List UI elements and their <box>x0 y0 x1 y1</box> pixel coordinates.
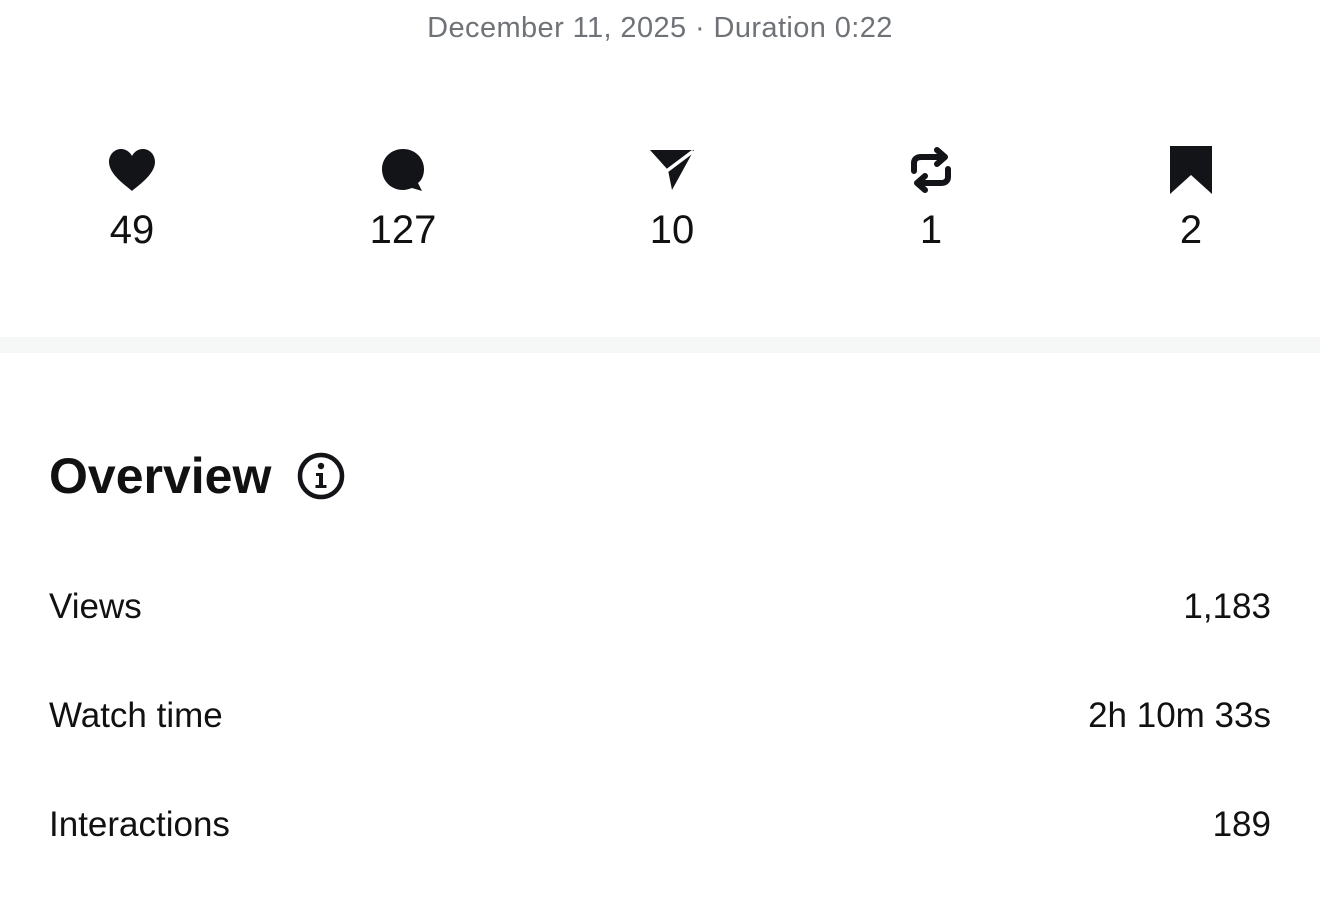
saves-stat[interactable]: 2 <box>1101 140 1281 254</box>
post-date-duration: December 11, 2025 · Duration 0:22 <box>427 12 893 44</box>
metric-row-watch-time: Watch time 2h 10m 33s <box>49 696 1271 736</box>
metric-label: Views <box>49 587 142 626</box>
metric-row-views: Views 1,183 <box>49 587 1271 627</box>
reposts-count: 1 <box>919 208 943 252</box>
likes-stat[interactable]: 49 <box>42 140 222 254</box>
comments-count: 127 <box>369 208 437 252</box>
section-divider <box>0 337 1320 353</box>
metric-value: 2h 10m 33s <box>1088 696 1271 735</box>
comments-stat[interactable]: 127 <box>313 140 493 254</box>
shares-count: 10 <box>649 208 695 252</box>
engagement-stats-row: 49 127 10 1 2 <box>0 140 1320 270</box>
metric-row-interactions: Interactions 189 <box>49 805 1271 845</box>
overview-title: Overview <box>49 448 272 504</box>
metric-value: 1,183 <box>1183 587 1271 626</box>
shares-stat[interactable]: 10 <box>582 140 762 254</box>
bookmark-icon <box>1161 140 1221 200</box>
comment-icon <box>373 140 433 200</box>
saves-count: 2 <box>1179 208 1203 252</box>
send-icon <box>642 140 702 200</box>
reposts-stat[interactable]: 1 <box>841 140 1021 254</box>
metric-value: 189 <box>1212 805 1271 844</box>
repost-icon <box>901 140 961 200</box>
heart-icon <box>102 140 162 200</box>
metric-label: Interactions <box>49 805 230 844</box>
metric-label: Watch time <box>49 696 223 735</box>
likes-count: 49 <box>109 208 155 252</box>
info-icon[interactable] <box>297 452 345 500</box>
overview-header: Overview <box>49 446 345 506</box>
